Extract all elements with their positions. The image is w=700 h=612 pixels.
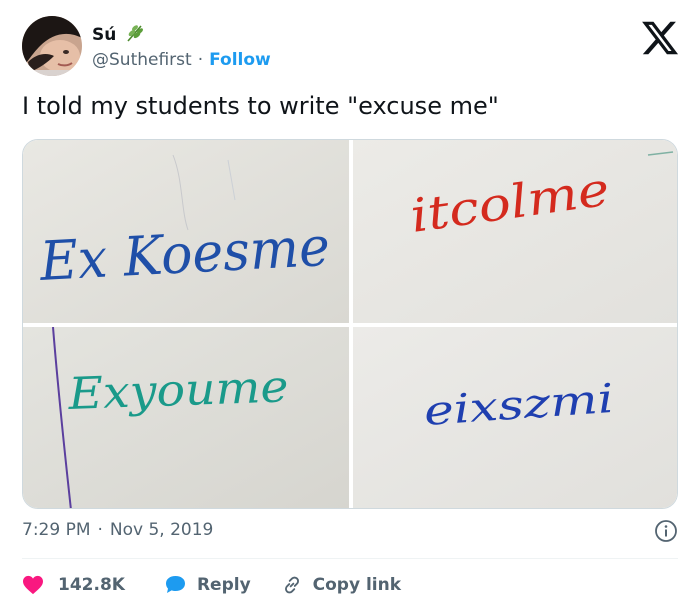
tweet-time[interactable]: 7:29 PM (22, 520, 91, 540)
action-bar: 142.8K Reply Copy link (22, 572, 401, 598)
media-image-3[interactable]: Exyoume (23, 327, 349, 508)
reply-button[interactable]: Reply (163, 574, 251, 596)
tweet-timestamp: 7:29 PM · Nov 5, 2019 (22, 520, 213, 540)
link-icon (281, 574, 303, 596)
media-image-1[interactable]: Ex Koesme (23, 140, 349, 323)
media-image-4[interactable]: eixszmi (353, 327, 677, 508)
name-row: Sú (92, 22, 146, 48)
follow-button[interactable]: Follow (209, 50, 271, 70)
speech-bubble-icon (163, 574, 187, 596)
like-count: 142.8K (58, 575, 125, 595)
reply-label: Reply (196, 575, 251, 595)
display-name[interactable]: Sú (92, 25, 116, 45)
x-logo-icon[interactable] (640, 18, 680, 58)
handwriting-3: Exyoume (67, 361, 290, 420)
like-button[interactable]: 142.8K (22, 575, 125, 595)
meta-separator: · (97, 520, 103, 540)
avatar-image (22, 16, 82, 76)
avatar[interactable] (22, 16, 82, 76)
media-grid[interactable]: Ex Koesme itcolme Exyoume eixszmi (22, 139, 678, 509)
dot-separator: · (197, 50, 204, 70)
tweet-date[interactable]: Nov 5, 2019 (110, 520, 213, 540)
copy-link-button[interactable]: Copy link (281, 574, 401, 596)
handle[interactable]: @Suthefirst (92, 50, 192, 70)
herb-emoji-icon (124, 22, 146, 48)
tweet-text: I told my students to write "excuse me" (22, 92, 499, 120)
handle-row: @Suthefirst · Follow (92, 50, 271, 70)
divider (22, 558, 678, 559)
info-icon[interactable] (654, 519, 678, 543)
heart-icon (22, 575, 44, 595)
tweet-header: Sú @Suthefirst · Follow (22, 16, 682, 80)
copy-link-label: Copy link (312, 575, 402, 595)
media-image-2[interactable]: itcolme (353, 140, 677, 323)
